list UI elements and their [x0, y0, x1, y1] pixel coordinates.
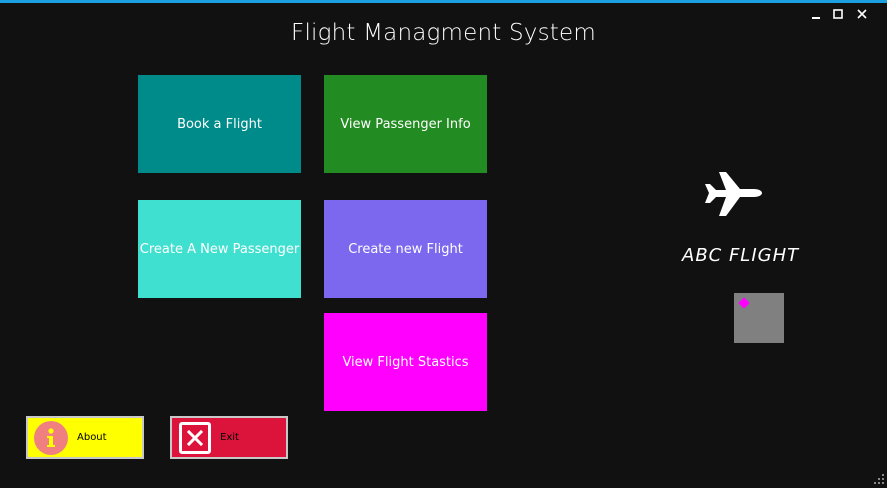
- window-title: Flight Managment System: [291, 20, 596, 46]
- exit-label: Exit: [220, 432, 239, 443]
- view-passenger-info-tile[interactable]: View Passenger Info: [324, 75, 487, 173]
- create-flight-tile[interactable]: Create new Flight: [324, 200, 487, 298]
- brand-name: ABC FLIGHT: [682, 245, 800, 266]
- info-icon: [34, 420, 68, 455]
- about-button[interactable]: About: [26, 416, 144, 459]
- create-passenger-tile[interactable]: Create A New Passenger: [138, 200, 301, 298]
- close-box-icon: [179, 421, 211, 454]
- book-flight-tile[interactable]: Book a Flight: [138, 75, 301, 173]
- gray-box-widget: [734, 293, 784, 343]
- view-flight-stats-tile[interactable]: View Flight Stastics: [324, 313, 487, 411]
- resize-grip-icon[interactable]: [874, 469, 884, 484]
- about-label: About: [77, 432, 107, 443]
- airplane-icon: [702, 168, 762, 220]
- window-accent-bar: [0, 0, 887, 3]
- diamond-icon: [738, 297, 750, 309]
- exit-button[interactable]: Exit: [170, 416, 288, 459]
